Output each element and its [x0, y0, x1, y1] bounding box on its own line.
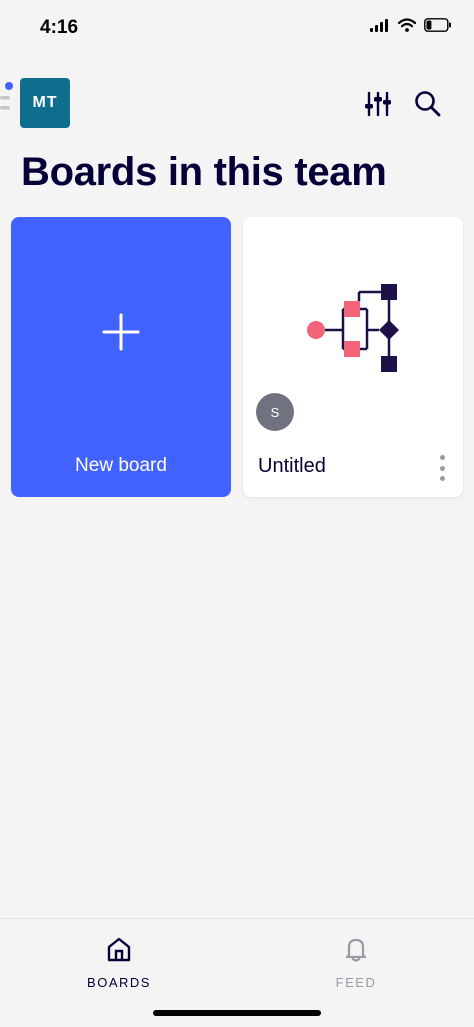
status-bar: 4:16: [0, 0, 474, 56]
status-time: 4:16: [40, 17, 79, 38]
nav-label-feed: FEED: [335, 975, 377, 990]
new-board-card[interactable]: New board: [11, 217, 231, 497]
team-avatar-button[interactable]: MT: [20, 78, 70, 128]
nav-tab-boards[interactable]: BOARDS: [59, 935, 179, 990]
search-icon: [415, 91, 441, 117]
board-thumbnail-icon: [307, 284, 399, 372]
search-button[interactable]: [412, 88, 444, 120]
more-dot: [439, 465, 445, 471]
wifi-icon: [398, 18, 416, 32]
status-icons: [370, 18, 452, 32]
nav-tab-feed[interactable]: FEED: [296, 935, 416, 990]
board-title: Untitled: [258, 455, 326, 477]
page-title: Boards in this team: [21, 150, 387, 194]
plus-icon: [102, 313, 140, 351]
more-dot: [439, 455, 445, 460]
nav-label-boards: BOARDS: [87, 975, 151, 990]
home-indicator[interactable]: [153, 1010, 321, 1016]
battery-icon: [424, 18, 451, 32]
filter-sliders-icon: [365, 91, 391, 117]
board-card-untitled[interactable]: S Untitled: [243, 217, 463, 497]
more-dot: [439, 476, 445, 481]
filter-button[interactable]: [362, 88, 394, 120]
home-icon: [107, 937, 131, 962]
board-owner-avatar: S: [256, 393, 294, 431]
more-vertical-icon[interactable]: [434, 455, 450, 481]
bell-icon: [345, 938, 367, 962]
signal-icon: [370, 18, 388, 32]
menu-indicator-icon[interactable]: [0, 80, 14, 120]
new-board-label: New board: [75, 455, 167, 476]
